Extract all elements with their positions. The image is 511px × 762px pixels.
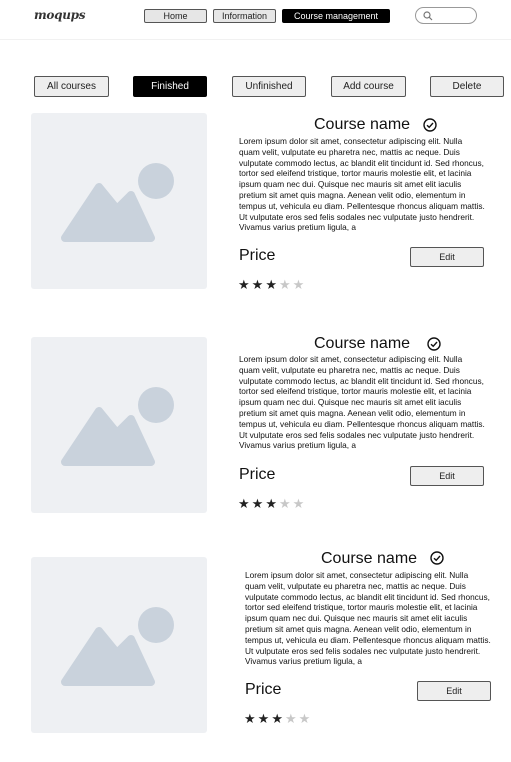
edit-button[interactable]: Edit: [410, 466, 484, 486]
header-divider: [0, 39, 511, 40]
course-title: Course name: [321, 550, 418, 567]
star-empty-icon: ★: [278, 496, 293, 511]
image-placeholder-icon: [61, 607, 174, 686]
search-input[interactable]: [415, 7, 477, 24]
nav-information-button[interactable]: Information: [213, 9, 276, 23]
course-image-placeholder: [31, 113, 207, 289]
star-empty-icon: ★: [298, 711, 313, 726]
course-title: Course name: [314, 116, 411, 133]
star-filled-icon: ★: [244, 711, 258, 726]
course-image-placeholder: [31, 337, 207, 513]
course-description: Lorem ipsum dolor sit amet, consectetur …: [239, 354, 485, 451]
add-course-button[interactable]: Add course: [331, 76, 406, 97]
star-rating: ★★★★★: [238, 497, 306, 511]
course-description: Lorem ipsum dolor sit amet, consectetur …: [239, 136, 485, 233]
edit-button[interactable]: Edit: [410, 247, 484, 267]
star-filled-icon: ★: [257, 711, 272, 726]
star-empty-icon: ★: [292, 277, 307, 292]
logo: moqups: [34, 8, 86, 22]
nav-home-button[interactable]: Home: [144, 9, 207, 23]
star-empty-icon: ★: [284, 711, 299, 726]
star-filled-icon: ★: [271, 711, 285, 726]
checkmark-circle-icon: [430, 551, 444, 565]
star-filled-icon: ★: [251, 277, 266, 292]
star-filled-icon: ★: [238, 277, 252, 292]
checkmark-circle-icon: [427, 337, 441, 351]
course-image-placeholder: [31, 557, 207, 733]
star-empty-icon: ★: [278, 277, 293, 292]
course-price: Price: [239, 466, 276, 483]
star-empty-icon: ★: [292, 496, 307, 511]
edit-button[interactable]: Edit: [417, 681, 491, 701]
course-title: Course name: [314, 335, 411, 352]
nav-course-management-button[interactable]: Course management: [282, 9, 390, 23]
star-filled-icon: ★: [265, 277, 279, 292]
unfinished-button[interactable]: Unfinished: [232, 76, 306, 97]
course-price: Price: [239, 247, 276, 264]
checkmark-circle-icon: [423, 118, 437, 132]
star-rating: ★★★★★: [238, 278, 306, 292]
image-placeholder-icon: [61, 163, 174, 242]
star-filled-icon: ★: [251, 496, 266, 511]
finished-button[interactable]: Finished: [133, 76, 207, 97]
image-placeholder-icon: [61, 387, 174, 466]
course-price: Price: [245, 681, 282, 698]
delete-button[interactable]: Delete: [430, 76, 504, 97]
star-rating: ★★★★★: [244, 712, 312, 726]
search-icon: [423, 11, 433, 21]
star-filled-icon: ★: [265, 496, 279, 511]
all-courses-button[interactable]: All courses: [34, 76, 109, 97]
course-description: Lorem ipsum dolor sit amet, consectetur …: [245, 570, 491, 667]
star-filled-icon: ★: [238, 496, 252, 511]
